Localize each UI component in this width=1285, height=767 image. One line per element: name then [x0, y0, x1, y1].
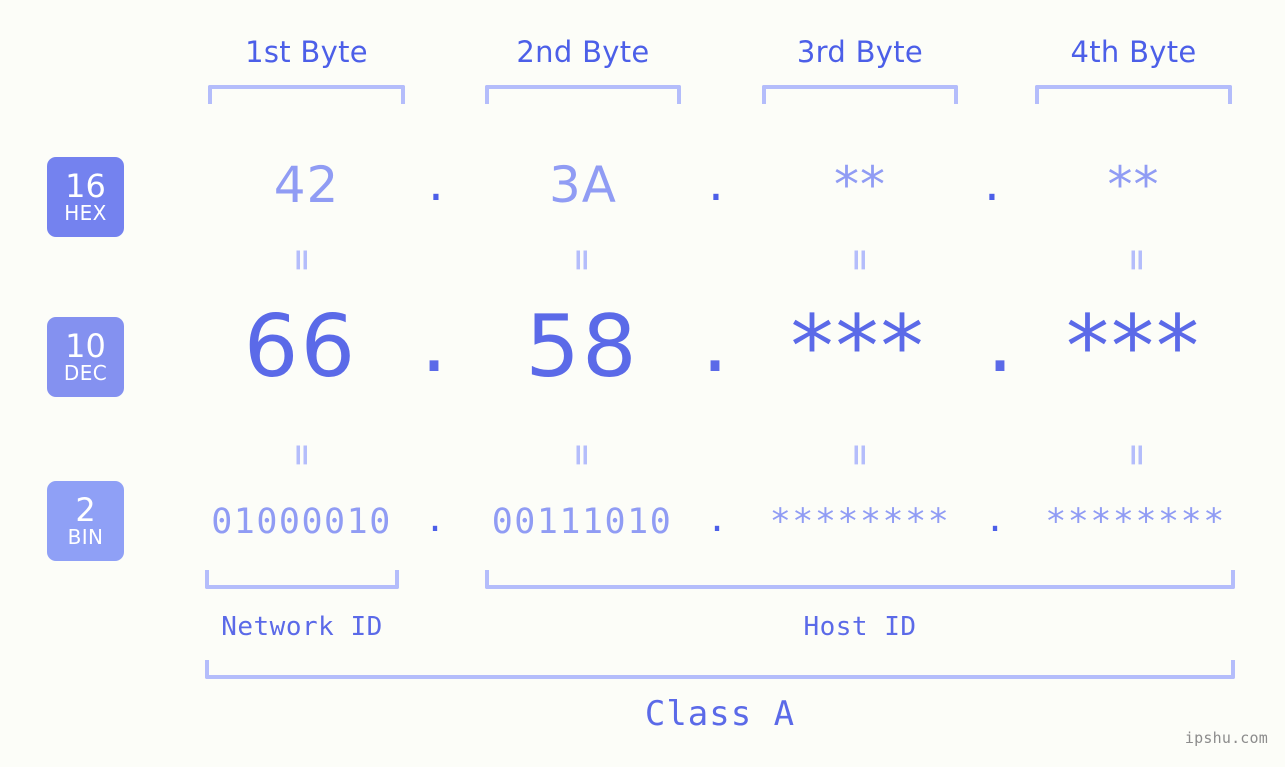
- equals-marker-hex-dec-4: =: [1119, 247, 1154, 273]
- base-badge-bin: 2 BIN: [47, 481, 124, 561]
- base-badge-dec-number: 10: [65, 327, 106, 365]
- equals-marker-hex-dec-2: =: [564, 247, 599, 273]
- host-id-bracket: [485, 570, 1235, 589]
- dec-separator-2: .: [701, 292, 729, 392]
- column-header-2nd-byte: 2nd Byte: [516, 35, 650, 69]
- column-header-4th-byte: 4th Byte: [1070, 35, 1197, 69]
- equals-marker-hex-dec-3: =: [842, 247, 877, 273]
- dec-value-byte-4: ***: [1066, 297, 1201, 397]
- bin-value-byte-2: 00111010: [491, 502, 673, 542]
- bin-separator-3: .: [984, 500, 1006, 540]
- bin-separator-1: .: [424, 500, 446, 540]
- bin-value-byte-1: 01000010: [211, 502, 392, 542]
- hex-separator-1: .: [428, 154, 444, 212]
- base-badge-hex-label: HEX: [64, 201, 107, 225]
- hex-separator-3: .: [984, 154, 1000, 212]
- base-badge-dec: 10 DEC: [47, 317, 124, 397]
- bin-separator-2: .: [706, 500, 728, 540]
- dec-value-byte-1: 66: [243, 297, 358, 397]
- host-id-label: Host ID: [803, 612, 917, 642]
- bin-value-byte-3: ********: [769, 502, 951, 542]
- base-badge-dec-label: DEC: [63, 361, 108, 385]
- site-watermark: ipshu.com: [1184, 729, 1268, 747]
- hex-value-byte-1: 42: [273, 156, 340, 214]
- base-badge-hex: 16 HEX: [47, 157, 124, 237]
- base-badge-bin-number: 2: [75, 491, 96, 529]
- byte-bracket-3: [762, 85, 958, 104]
- class-label: Class A: [644, 694, 796, 734]
- hex-value-byte-3: **: [834, 156, 886, 214]
- hex-value-byte-4: **: [1107, 156, 1160, 214]
- hex-value-byte-2: 3A: [548, 156, 617, 214]
- column-header-3rd-byte: 3rd Byte: [796, 35, 924, 69]
- dec-value-byte-2: 58: [525, 297, 639, 397]
- base-badge-hex-number: 16: [65, 167, 106, 205]
- ip-address-breakdown-diagram: 1st Byte 2nd Byte 3rd Byte 4th Byte 16 H…: [0, 0, 1285, 767]
- hex-separator-2: .: [708, 154, 724, 212]
- byte-bracket-4: [1035, 85, 1232, 104]
- byte-bracket-2: [485, 85, 681, 104]
- equals-marker-dec-bin-4: =: [1119, 442, 1154, 468]
- network-id-label: Network ID: [221, 612, 383, 642]
- byte-bracket-1: [208, 85, 405, 104]
- network-id-bracket: [205, 570, 399, 589]
- column-header-1st-byte: 1st Byte: [245, 35, 368, 69]
- dec-separator-3: .: [986, 292, 1014, 392]
- equals-marker-dec-bin-1: =: [284, 442, 319, 468]
- base-badge-bin-label: BIN: [67, 525, 104, 549]
- equals-marker-dec-bin-3: =: [842, 442, 877, 468]
- dec-separator-1: .: [420, 292, 448, 392]
- equals-marker-dec-bin-2: =: [564, 442, 599, 468]
- bin-value-byte-4: ********: [1045, 502, 1226, 542]
- equals-marker-hex-dec-1: =: [284, 247, 319, 273]
- dec-value-byte-3: ***: [790, 297, 926, 397]
- class-bracket: [205, 660, 1235, 679]
